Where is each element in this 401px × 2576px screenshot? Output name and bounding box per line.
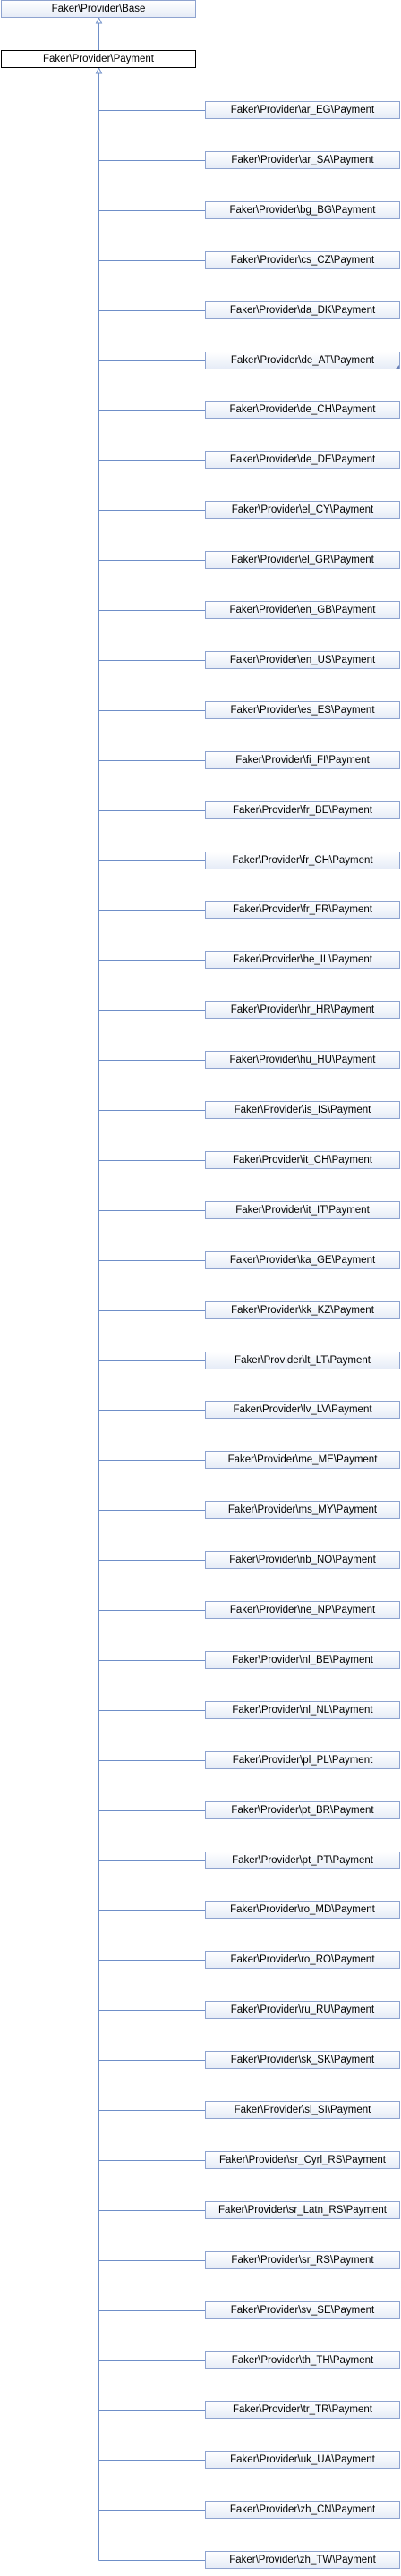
class-node-subclass[interactable]: Faker\Provider\sl_SI\Payment — [205, 2101, 400, 2119]
class-node-payment: Faker\Provider\Payment — [1, 50, 196, 68]
class-node-base[interactable]: Faker\Provider\Base — [1, 0, 196, 18]
class-node-subclass[interactable]: Faker\Provider\es_ES\Payment — [205, 701, 400, 719]
class-node-subclass[interactable]: Faker\Provider\bg_BG\Payment — [205, 201, 400, 219]
class-node-subclass[interactable]: Faker\Provider\it_CH\Payment — [205, 1151, 400, 1169]
class-node-subclass[interactable]: Faker\Provider\ru_RU\Payment — [205, 2001, 400, 2019]
class-node-subclass[interactable]: Faker\Provider\ne_NP\Payment — [205, 1601, 400, 1619]
class-node-subclass[interactable]: Faker\Provider\el_GR\Payment — [205, 551, 400, 569]
class-node-subclass[interactable]: Faker\Provider\en_US\Payment — [205, 651, 400, 669]
class-node-subclass[interactable]: Faker\Provider\uk_UA\Payment — [205, 2451, 400, 2469]
class-node-subclass[interactable]: Faker\Provider\th_TH\Payment — [205, 2351, 400, 2369]
class-node-subclass[interactable]: Faker\Provider\zh_TW\Payment — [205, 2551, 400, 2569]
class-node-subclass[interactable]: Faker\Provider\nl_NL\Payment — [205, 1701, 400, 1719]
class-node-subclass[interactable]: Faker\Provider\sr_Latn_RS\Payment — [205, 2201, 400, 2219]
class-node-subclass[interactable]: Faker\Provider\fi_FI\Payment — [205, 751, 400, 769]
class-node-subclass[interactable]: Faker\Provider\kk_KZ\Payment — [205, 1301, 400, 1319]
class-node-subclass[interactable]: Faker\Provider\el_CY\Payment — [205, 501, 400, 519]
class-node-subclass[interactable]: Faker\Provider\pt_PT\Payment — [205, 1852, 400, 1869]
class-node-subclass[interactable]: Faker\Provider\pl_PL\Payment — [205, 1751, 400, 1769]
class-node-subclass[interactable]: Faker\Provider\me_ME\Payment — [205, 1451, 400, 1469]
class-node-subclass[interactable]: Faker\Provider\hu_HU\Payment — [205, 1051, 400, 1069]
class-node-subclass[interactable]: Faker\Provider\ro_MD\Payment — [205, 1901, 400, 1919]
class-node-subclass[interactable]: Faker\Provider\lt_LT\Payment — [205, 1352, 400, 1369]
class-node-subclass[interactable]: Faker\Provider\de_AT\Payment — [205, 352, 400, 369]
class-node-subclass[interactable]: Faker\Provider\ms_MY\Payment — [205, 1501, 400, 1519]
class-node-subclass[interactable]: Faker\Provider\sr_RS\Payment — [205, 2251, 400, 2269]
class-node-subclass[interactable]: Faker\Provider\fr_FR\Payment — [205, 901, 400, 919]
class-node-subclass[interactable]: Faker\Provider\ro_RO\Payment — [205, 1951, 400, 1969]
inheritance-edges — [95, 16, 205, 2561]
class-node-subclass[interactable]: Faker\Provider\tr_TR\Payment — [205, 2401, 400, 2419]
inheritance-arrowhead-icon — [95, 66, 103, 74]
has-children-marker-icon — [396, 365, 399, 369]
class-node-subclass[interactable]: Faker\Provider\pt_BR\Payment — [205, 1801, 400, 1819]
class-node-subclass[interactable]: Faker\Provider\sr_Cyrl_RS\Payment — [205, 2151, 400, 2169]
class-node-subclass[interactable]: Faker\Provider\nb_NO\Payment — [205, 1551, 400, 1569]
class-node-subclass[interactable]: Faker\Provider\hr_HR\Payment — [205, 1001, 400, 1019]
class-node-subclass[interactable]: Faker\Provider\de_CH\Payment — [205, 401, 400, 419]
class-node-subclass[interactable]: Faker\Provider\it_IT\Payment — [205, 1201, 400, 1219]
class-node-subclass[interactable]: Faker\Provider\da_DK\Payment — [205, 301, 400, 319]
class-node-subclass[interactable]: Faker\Provider\fr_BE\Payment — [205, 801, 400, 819]
class-node-subclass[interactable]: Faker\Provider\sk_SK\Payment — [205, 2051, 400, 2069]
class-node-subclass[interactable]: Faker\Provider\cs_CZ\Payment — [205, 251, 400, 269]
class-node-subclass[interactable]: Faker\Provider\ar_SA\Payment — [205, 151, 400, 169]
class-node-subclass[interactable]: Faker\Provider\de_DE\Payment — [205, 451, 400, 469]
class-node-subclass[interactable]: Faker\Provider\ar_EG\Payment — [205, 101, 400, 119]
class-node-subclass[interactable]: Faker\Provider\zh_CN\Payment — [205, 2501, 400, 2519]
inheritance-diagram: Faker\Provider\Base Faker\Provider\Payme… — [0, 0, 401, 2576]
class-node-subclass[interactable]: Faker\Provider\lv_LV\Payment — [205, 1401, 400, 1419]
class-node-subclass[interactable]: Faker\Provider\en_GB\Payment — [205, 601, 400, 619]
class-node-subclass[interactable]: Faker\Provider\is_IS\Payment — [205, 1101, 400, 1119]
class-node-subclass[interactable]: Faker\Provider\he_IL\Payment — [205, 951, 400, 969]
class-node-subclass[interactable]: Faker\Provider\sv_SE\Payment — [205, 2301, 400, 2319]
class-node-subclass[interactable]: Faker\Provider\ka_GE\Payment — [205, 1251, 400, 1269]
class-node-subclass[interactable]: Faker\Provider\nl_BE\Payment — [205, 1651, 400, 1669]
inheritance-arrowhead-icon — [95, 16, 103, 24]
class-node-subclass[interactable]: Faker\Provider\fr_CH\Payment — [205, 852, 400, 869]
